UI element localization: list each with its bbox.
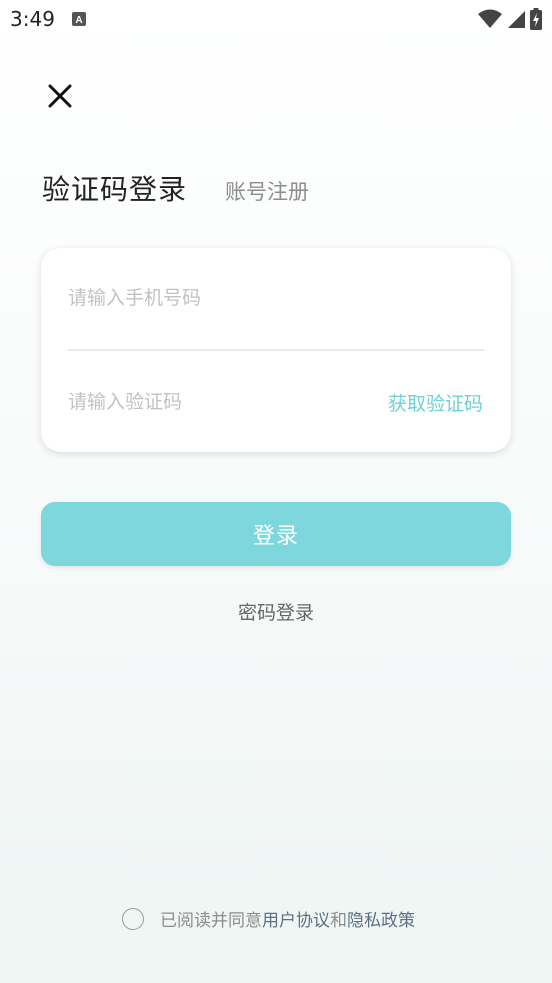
login-button[interactable]: 登录 <box>41 502 511 566</box>
wifi-icon <box>478 9 502 33</box>
user-agreement-link[interactable]: 用户协议 <box>262 911 330 931</box>
tab-register[interactable]: 账号注册 <box>225 176 309 206</box>
agreement-row: 已阅读并同意用户协议和隐私政策 <box>122 906 415 931</box>
verification-code-input[interactable] <box>68 382 348 422</box>
get-code-button[interactable]: 获取验证码 <box>388 389 483 416</box>
text-format-icon: A <box>72 11 86 26</box>
phone-input[interactable] <box>68 278 484 318</box>
password-login-link[interactable]: 密码登录 <box>0 598 552 625</box>
cell-signal-icon <box>506 9 526 33</box>
agreement-text: 已阅读并同意用户协议和隐私政策 <box>160 906 415 931</box>
agreement-prefix: 已阅读并同意 <box>160 911 262 931</box>
svg-text:A: A <box>75 15 82 26</box>
status-indicators <box>478 8 542 34</box>
login-form-card: 获取验证码 <box>41 248 511 452</box>
privacy-policy-link[interactable]: 隐私政策 <box>347 911 415 931</box>
close-button[interactable] <box>44 80 76 112</box>
agreement-and: 和 <box>330 911 347 931</box>
status-bar: 3:49 A <box>0 0 552 38</box>
close-icon <box>44 84 76 116</box>
tab-sms-login[interactable]: 验证码登录 <box>42 168 187 208</box>
agreement-radio[interactable] <box>122 907 144 930</box>
status-time: 3:49 <box>10 7 55 31</box>
divider <box>68 349 484 351</box>
login-tabs: 验证码登录 账号注册 <box>42 168 309 208</box>
battery-charging-icon <box>530 8 542 34</box>
